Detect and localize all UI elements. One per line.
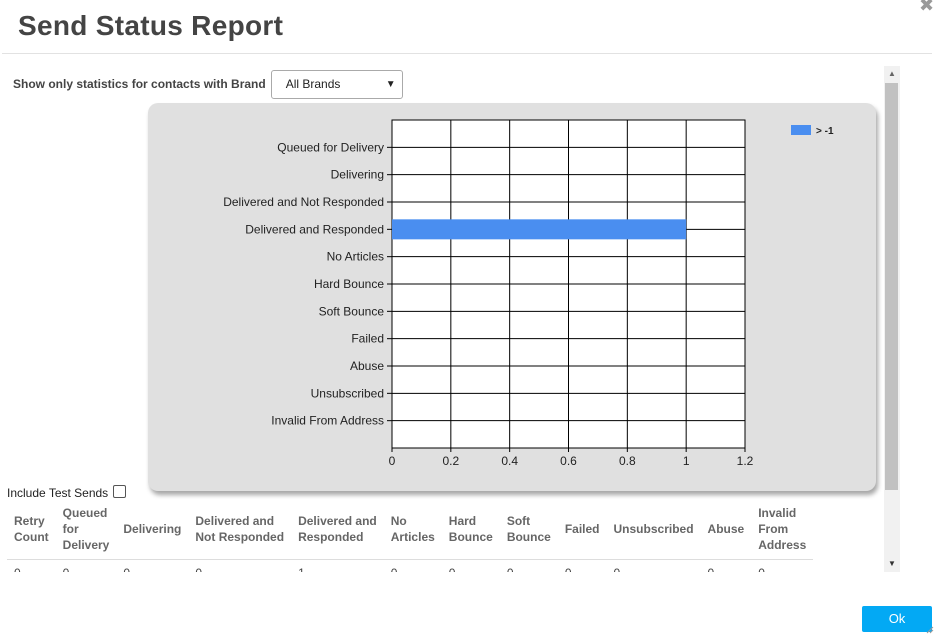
brand-select-value: All Brands (285, 76, 341, 91)
test-sends-label: Include Test Sends (7, 486, 109, 500)
table-cell: 0 (500, 560, 558, 572)
scrollbar-thumb[interactable] (885, 83, 898, 490)
x-tick-label: 1 (683, 454, 690, 468)
column-header: Retry Count (7, 502, 56, 560)
status-bar-chart: 0 0.2 0.4 0.6 0.8 1 1.2 Queued for Delivery Deli… (223, 119, 834, 468)
report-scroll-area: Show only statistics for contacts with B… (2, 66, 900, 572)
column-header-line: Delivering (123, 522, 182, 536)
table-cell: 0 (116, 560, 188, 572)
column-header-line: Failed (564, 522, 600, 536)
y-tick-label: Queued for Delivery (277, 140, 384, 154)
column-header-line: for (62, 522, 79, 536)
column-header: Delivered and Not Responded (188, 502, 292, 560)
legend-label: > -1 (816, 126, 834, 137)
brand-filter-row: Show only statistics for contacts with B… (13, 69, 403, 99)
table-row: 000010000000 (7, 560, 813, 572)
y-tick-label: Delivering (331, 168, 384, 182)
column-header-line: Articles (390, 530, 435, 544)
column-header-line: Delivery (62, 538, 110, 552)
stats-header-row: Retry Count Queued for Delivery Delivering Del… (7, 502, 814, 560)
title-divider (2, 53, 932, 54)
column-header: Delivered and Responded (291, 502, 384, 560)
column-header: Soft Bounce (499, 502, 558, 560)
chart-panel: 0 0.2 0.4 0.6 0.8 1 1.2 Queued for Delivery Deli… (148, 103, 876, 491)
y-tick-label: Invalid From Address (271, 414, 384, 428)
table-cell: 0 (7, 560, 56, 572)
legend-swatch (791, 125, 811, 135)
dialog-title: Send Status Report (18, 10, 284, 41)
chevron-down-icon: ▼ (385, 78, 396, 90)
y-tick-label: Delivered and Not Responded (223, 195, 384, 209)
x-tick-label: 0.4 (501, 454, 518, 468)
column-header-line: Abuse (707, 522, 745, 536)
y-tick-label: Abuse (350, 359, 384, 373)
column-header-line: Unsubscribed (613, 522, 694, 536)
table-cell: 0 (751, 560, 813, 572)
column-header: Invalid From Address (751, 502, 814, 560)
table-cell: 0 (384, 560, 442, 572)
scroll-down-icon[interactable]: ▼ (884, 556, 900, 572)
x-tick-label: 1.2 (737, 454, 754, 468)
x-tick-label: 0 (389, 454, 396, 468)
close-icon[interactable]: ✖ (919, 0, 934, 14)
column-header-line: Responded (298, 530, 364, 544)
column-header: Abuse (700, 502, 752, 560)
table-cell: 0 (442, 560, 500, 572)
column-header: Unsubscribed (606, 502, 701, 560)
column-header: Failed (557, 502, 607, 560)
y-tick-label: Hard Bounce (314, 277, 384, 291)
bar (392, 219, 687, 240)
column-header-line: Invalid (758, 506, 797, 520)
y-tick-label: Delivered and Responded (245, 222, 384, 236)
column-header-line: Retry (14, 514, 45, 528)
table-cell: 1 (291, 560, 384, 572)
column-header-line: Delivered and (195, 514, 275, 528)
column-header-line: Soft (506, 514, 531, 528)
column-header-line: Bounce (506, 530, 551, 544)
column-header-line: From (758, 522, 789, 536)
column-header: Delivering (116, 502, 189, 560)
x-tick-label: 0.6 (560, 454, 577, 468)
test-sends-checkbox[interactable] (113, 485, 127, 498)
column-header-line: Address (758, 538, 807, 552)
x-tick-label: 0.2 (442, 454, 459, 468)
brand-select[interactable]: All Brands ▼ (270, 69, 403, 99)
table-cell: 0 (558, 560, 607, 572)
test-sends-row: Include Test Sends (7, 485, 127, 500)
y-tick-label: Failed (351, 332, 384, 346)
y-tick-label: Soft Bounce (319, 304, 385, 318)
column-header-line: Queued (62, 506, 108, 520)
stats-table: Retry Count Queued for Delivery Delivering Del… (7, 502, 814, 572)
brand-filter-label: Show only statistics for contacts with B… (13, 77, 266, 91)
y-tick-label: No Articles (327, 250, 384, 264)
x-tick-label: 0.8 (619, 454, 636, 468)
column-header-line: No (390, 514, 407, 528)
table-cell: 0 (188, 560, 291, 572)
vertical-scrollbar[interactable]: ▲ ▼ (884, 66, 900, 572)
column-header: Hard Bounce (441, 502, 500, 560)
column-header-line: Bounce (448, 530, 493, 544)
scroll-up-icon[interactable]: ▲ (884, 66, 900, 82)
column-header-line: Not Responded (195, 530, 285, 544)
table-cell: 0 (56, 560, 117, 572)
column-header-line: Hard (448, 514, 477, 528)
column-header: No Articles (383, 502, 442, 560)
table-cell: 0 (701, 560, 752, 572)
table-cell: 0 (607, 560, 701, 572)
column-header: Queued for Delivery (55, 502, 117, 560)
ok-button[interactable]: Ok (862, 606, 932, 632)
column-header-line: Delivered and (298, 514, 377, 528)
resize-grip-icon[interactable] (926, 626, 934, 634)
column-header-line: Count (14, 530, 49, 544)
y-tick-label: Unsubscribed (311, 386, 384, 400)
